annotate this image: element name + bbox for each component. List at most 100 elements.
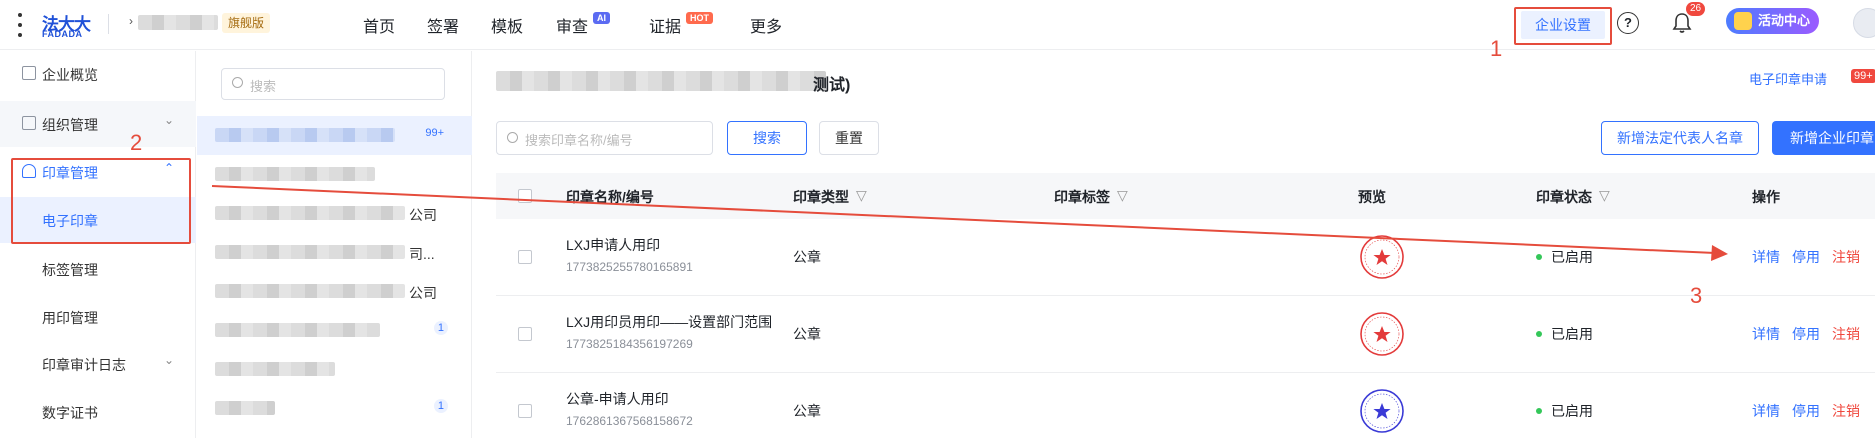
annotation-number-1: 1 [1490, 36, 1503, 61]
sidebar: 企业概览 组织管理 ⌄ 印章管理 ⌃ 电子印章 标签管理 用印管理 印章审计日志… [0, 51, 196, 438]
list-item[interactable]: 司... [197, 233, 472, 272]
nav-evidence[interactable]: 证据 [649, 13, 681, 37]
list-item-suffix: 司... [409, 246, 435, 262]
row-checkbox[interactable] [518, 250, 532, 264]
list-item[interactable]: 1 [197, 389, 472, 428]
notification-badge: 26 [1686, 2, 1706, 16]
seal-type: 公章 [793, 403, 821, 419]
annotation-number-3: 3 [1690, 283, 1703, 308]
list-item-suffix: 公司 [409, 285, 437, 301]
edition-badge: 旗舰版 [222, 13, 271, 33]
list-item-count: 1 [433, 399, 448, 413]
list-item[interactable] [197, 155, 472, 194]
cancel-link[interactable]: 注销 [1832, 324, 1860, 344]
column-tag[interactable]: 印章标签 [1054, 187, 1110, 207]
filter-icon[interactable]: ▽ [856, 187, 867, 204]
table-row: 公章-申请人用印 1762861367568158672 公章 已启用 详情 停… [496, 373, 1875, 438]
sidebar-item-digital-certificate[interactable]: 数字证书 [0, 389, 196, 435]
seal-apply-link[interactable]: 电子印章申请 [1749, 69, 1827, 88]
status-badge: 已启用 [1551, 326, 1593, 342]
sidebar-item-label: 印章审计日志 [42, 357, 126, 373]
annotation-box-2 [11, 158, 191, 244]
apply-count-badge: 99+ [1851, 69, 1875, 83]
sidebar-item-audit-log[interactable]: 印章审计日志 ⌄ [0, 341, 196, 387]
blurred-name [215, 401, 275, 415]
list-item-count: 99+ [425, 127, 444, 139]
nav-review[interactable]: 审查 [556, 13, 588, 37]
detail-link[interactable]: 详情 [1752, 324, 1780, 344]
avatar[interactable] [1853, 8, 1875, 38]
blurred-name [215, 167, 375, 181]
ai-badge: AI [593, 12, 610, 24]
add-enterprise-seal-button[interactable]: 新增企业印章 [1772, 121, 1875, 155]
status-badge: 已启用 [1551, 403, 1593, 419]
cancel-link[interactable]: 注销 [1832, 401, 1860, 421]
status-badge: 已启用 [1551, 249, 1593, 265]
blurred-name [215, 362, 335, 376]
list-item[interactable]: 99+ [197, 116, 472, 155]
search-icon [507, 132, 518, 143]
table-row: LXJ申请人用印 1773825255780165891 公章 已启用 详情 停… [496, 219, 1875, 296]
top-header: 法大大 FADADA › 旗舰版 首页 签署 模板 审查 AI 证据 HOT 更… [0, 0, 1875, 50]
org-search-input[interactable]: 搜索 [221, 68, 445, 100]
company-name-blurred[interactable] [138, 15, 218, 30]
seal-preview-image[interactable] [1358, 233, 1406, 281]
header-divider [108, 14, 109, 34]
seal-search-input[interactable]: 搜索印章名称/编号 [496, 121, 713, 155]
hot-badge: HOT [686, 12, 713, 24]
column-type[interactable]: 印章类型 [793, 187, 849, 207]
seal-name: LXJ用印员用印——设置部门范围 [566, 314, 773, 330]
disable-link[interactable]: 停用 [1792, 401, 1820, 421]
nav-home[interactable]: 首页 [363, 13, 395, 37]
column-status[interactable]: 印章状态 [1536, 187, 1592, 207]
sidebar-item-usage-management[interactable]: 用印管理 [0, 294, 196, 340]
list-item-count: 1 [433, 321, 448, 335]
column-actions: 操作 [1752, 189, 1780, 205]
disable-link[interactable]: 停用 [1792, 324, 1820, 344]
annotation-number-2: 2 [130, 130, 143, 155]
filter-icon[interactable]: ▽ [1117, 187, 1128, 204]
table-row: LXJ用印员用印——设置部门范围 1773825184356197269 公章 … [496, 296, 1875, 373]
row-checkbox[interactable] [518, 327, 532, 341]
row-checkbox[interactable] [518, 404, 532, 418]
select-all-checkbox[interactable] [518, 189, 532, 203]
help-icon[interactable]: ? [1617, 12, 1639, 34]
sidebar-item-overview[interactable]: 企业概览 [0, 51, 196, 97]
seal-type: 公章 [793, 326, 821, 342]
disable-link[interactable]: 停用 [1792, 247, 1820, 267]
reset-button[interactable]: 重置 [819, 121, 879, 155]
filter-icon[interactable]: ▽ [1599, 187, 1610, 204]
add-legal-rep-seal-button[interactable]: 新增法定代表人名章 [1601, 121, 1759, 155]
enterprise-settings-button[interactable]: 企业设置 [1521, 11, 1605, 39]
nav-template[interactable]: 模板 [491, 13, 523, 37]
detail-link[interactable]: 详情 [1752, 401, 1780, 421]
blurred-name [215, 206, 405, 220]
nav-more[interactable]: 更多 [750, 13, 782, 37]
sidebar-item-label: 标签管理 [42, 262, 98, 278]
chevron-icon[interactable]: › [129, 14, 133, 28]
blurred-name [215, 323, 380, 337]
list-item-suffix: 公司 [409, 207, 437, 223]
list-item[interactable]: 1 [197, 311, 472, 350]
detail-link[interactable]: 详情 [1752, 247, 1780, 267]
status-dot [1536, 331, 1542, 337]
activity-center-button[interactable]: 活动中心 [1726, 8, 1819, 34]
cancel-link[interactable]: 注销 [1832, 247, 1860, 267]
sidebar-item-label: 用印管理 [42, 310, 98, 326]
list-item[interactable]: 公司 [197, 272, 472, 311]
app-menu-icon[interactable] [16, 13, 24, 37]
list-item[interactable] [197, 350, 472, 389]
sidebar-item-label: 组织管理 [42, 117, 98, 133]
seal-preview-image[interactable] [1358, 310, 1406, 358]
blurred-title [496, 71, 826, 91]
seal-preview-image[interactable] [1358, 387, 1406, 435]
nav-sign[interactable]: 签署 [427, 13, 459, 37]
sidebar-item-tag-management[interactable]: 标签管理 [0, 246, 196, 292]
search-placeholder: 搜索印章名称/编号 [525, 133, 633, 148]
blurred-name [215, 128, 395, 142]
seal-name: 公章-申请人用印 [566, 391, 669, 407]
list-item[interactable]: 公司 [197, 194, 472, 233]
sidebar-item-org[interactable]: 组织管理 ⌄ [0, 101, 196, 147]
search-button[interactable]: 搜索 [727, 121, 807, 155]
sidebar-item-label: 数字证书 [42, 405, 98, 421]
